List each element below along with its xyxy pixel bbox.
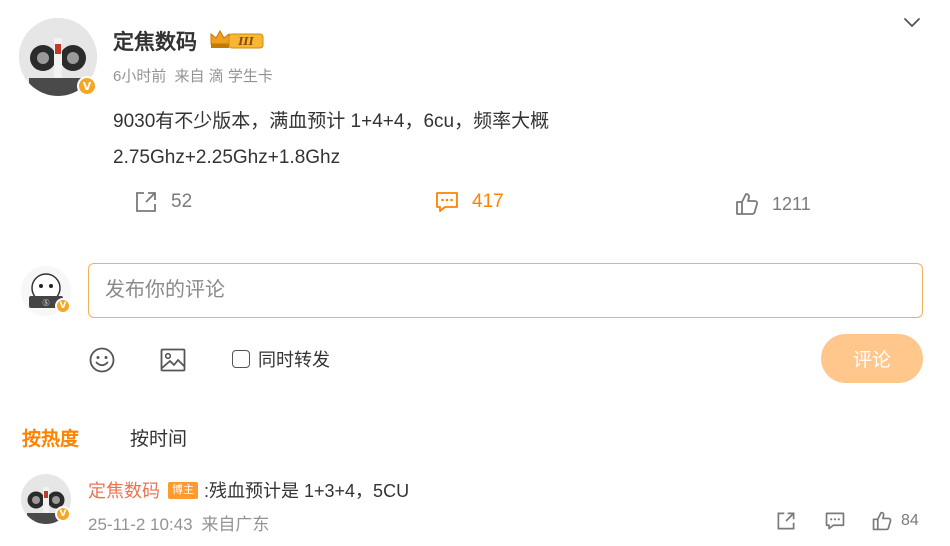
verified-badge: V bbox=[77, 76, 97, 96]
reply-time: 25-11-2 10:43 bbox=[88, 515, 193, 534]
reply-repost-button[interactable] bbox=[775, 510, 797, 532]
share-icon bbox=[777, 512, 795, 530]
sort-tab-time[interactable]: 按时间 bbox=[130, 424, 187, 451]
repost-button[interactable]: 52 bbox=[133, 189, 192, 215]
comment-icon bbox=[436, 192, 458, 212]
reply-like-count: 84 bbox=[901, 512, 919, 529]
author-name[interactable]: 定焦数码 bbox=[113, 26, 197, 56]
post-text-line: 9030有不少版本，满血预计 1+4+4，6cu，频率大概 bbox=[113, 111, 550, 132]
svg-text:III: III bbox=[237, 35, 254, 48]
comment-button[interactable]: 417 bbox=[434, 189, 504, 215]
post-text: 9030有不少版本，满血预计 1+4+4，6cu，频率大概 2.75Ghz+2.… bbox=[113, 104, 833, 176]
current-user-avatar[interactable]: Ⓢ V bbox=[21, 266, 71, 316]
reply-source: 来自广东 bbox=[201, 515, 270, 534]
image-icon[interactable] bbox=[159, 346, 187, 379]
reply-comment-button[interactable] bbox=[824, 510, 846, 532]
repost-toggle[interactable]: 同时转发 bbox=[232, 346, 330, 372]
repost-label: 同时转发 bbox=[258, 350, 330, 370]
reply-meta: 25-11-2 10:43 来自广东 bbox=[88, 510, 269, 535]
reply-text: :残血预计是 1+3+4，5CU bbox=[204, 481, 410, 501]
like-icon bbox=[872, 511, 892, 531]
sort-tab-hot[interactable]: 按热度 bbox=[22, 424, 79, 451]
verified-badge: V bbox=[55, 506, 71, 522]
repost-count: 52 bbox=[171, 191, 193, 212]
crown-level-badge: III bbox=[209, 28, 265, 55]
verified-badge: V bbox=[55, 298, 71, 314]
reply-like-button[interactable]: 84 bbox=[871, 510, 919, 532]
reply-author-name[interactable]: 定焦数码 bbox=[88, 477, 160, 503]
post-text-line: 2.75Ghz+2.25Ghz+1.8Ghz bbox=[113, 147, 341, 168]
comment-icon bbox=[825, 512, 845, 530]
blogger-badge: 博主 bbox=[168, 481, 198, 499]
comment-input[interactable] bbox=[88, 263, 923, 318]
submit-comment-button[interactable]: 评论 bbox=[821, 334, 923, 383]
author-avatar[interactable]: V bbox=[19, 18, 97, 96]
post-meta: 6小时前 来自 滴 学生卡 bbox=[113, 65, 273, 86]
like-count: 1211 bbox=[772, 193, 811, 214]
emoji-icon[interactable] bbox=[88, 346, 116, 379]
reply-content: 定焦数码 博主 :残血预计是 1+3+4，5CU bbox=[88, 477, 409, 503]
like-icon bbox=[736, 193, 759, 215]
post-time[interactable]: 6小时前 bbox=[113, 68, 166, 85]
reply-author-avatar[interactable]: V bbox=[21, 474, 71, 524]
comment-count: 417 bbox=[472, 191, 504, 212]
post-source: 来自 滴 学生卡 bbox=[174, 68, 273, 85]
like-button[interactable]: 1211 bbox=[734, 191, 811, 217]
share-icon bbox=[136, 192, 156, 212]
repost-checkbox[interactable] bbox=[232, 350, 250, 368]
chevron-down-icon[interactable] bbox=[903, 16, 921, 34]
svg-text:Ⓢ: Ⓢ bbox=[43, 299, 50, 307]
